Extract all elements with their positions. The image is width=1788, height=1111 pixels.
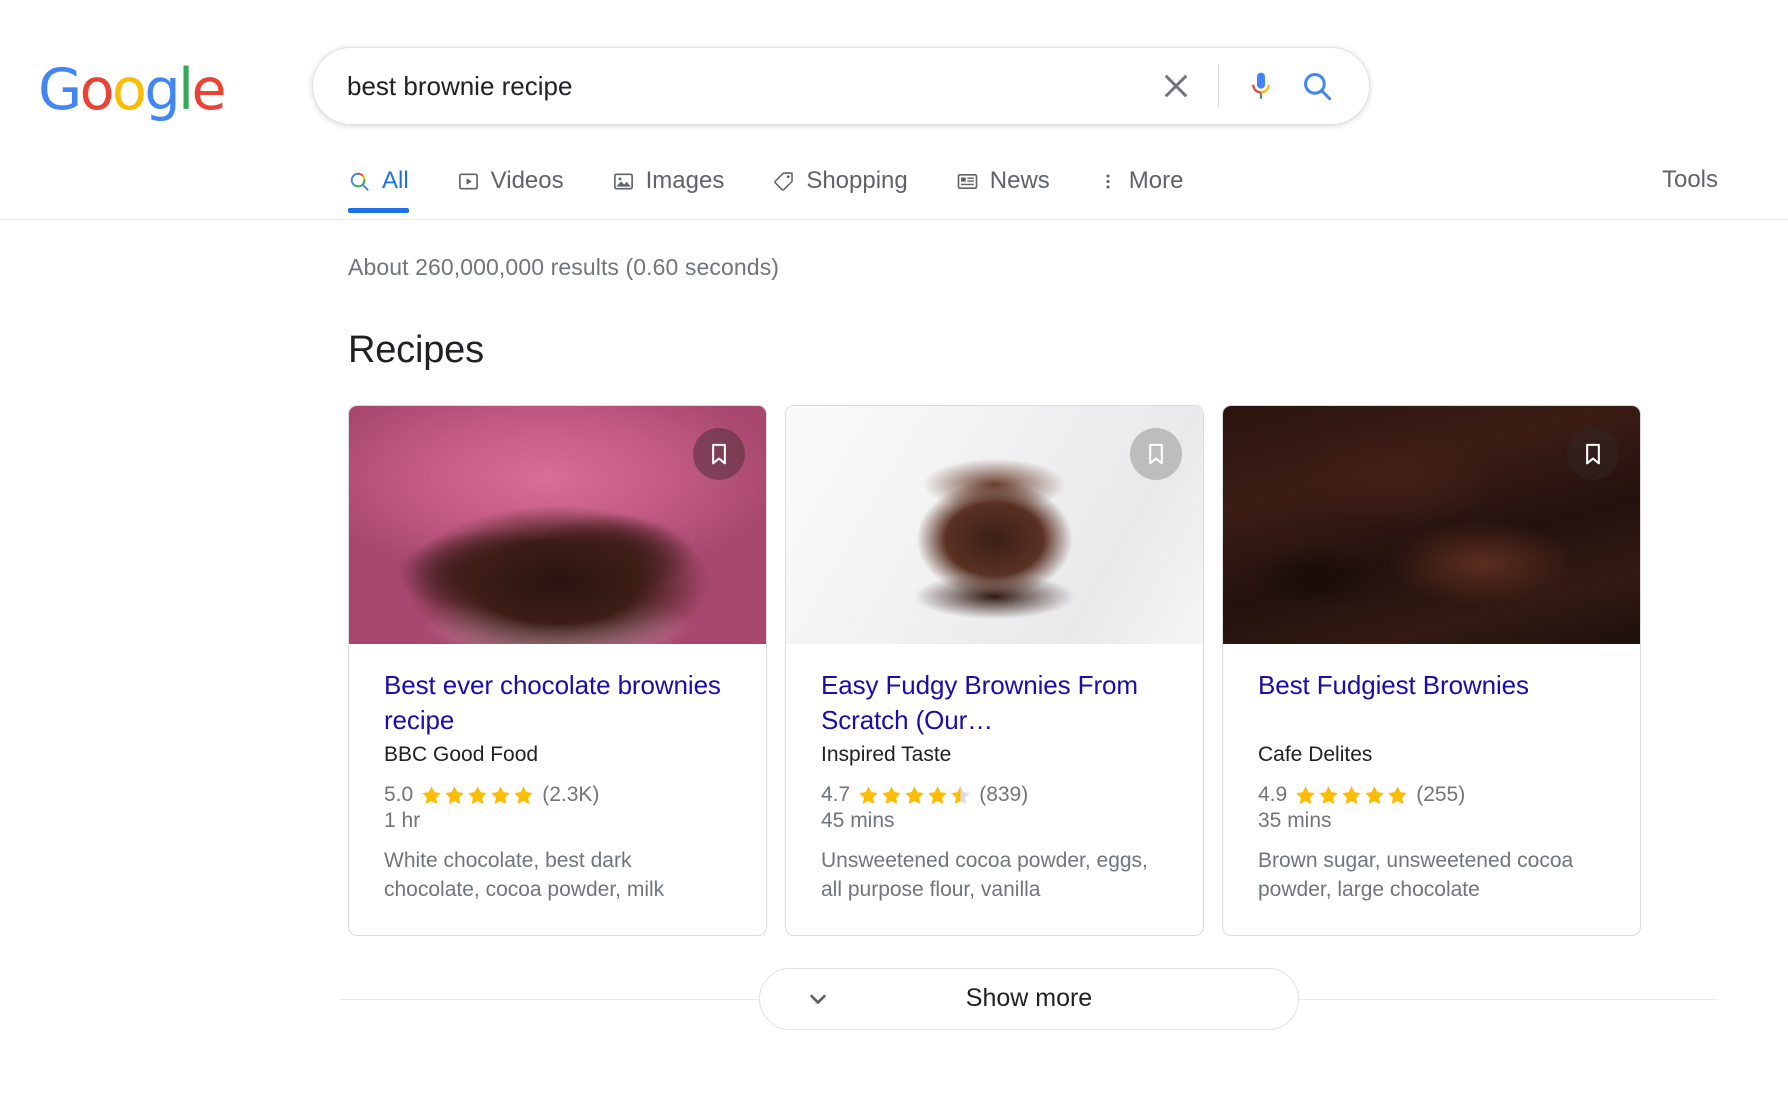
tab-images[interactable]: Images [612,150,725,212]
tab-news-label: News [989,167,1050,194]
recipe-rating: 5.0 (2.3K) [384,783,731,807]
search-input[interactable] [347,70,1148,102]
recipe-title[interactable]: Easy Fudgy Brownies From Scratch (Our… [821,668,1168,738]
review-count: (839) [979,783,1029,807]
tab-videos-label: Videos [490,167,564,194]
show-more-label: Show more [965,984,1093,1013]
recipe-rating: 4.9 (255) [1258,783,1605,807]
tab-images-label: Images [645,167,725,194]
recipe-time: 45 mins [821,809,895,833]
search-results-content: About 260,000,000 results (0.60 seconds)… [0,254,1788,936]
news-icon [956,170,979,193]
page-title: Recipes [348,329,484,371]
star-rating-icons [1294,785,1409,806]
bookmark-icon[interactable] [1130,428,1182,480]
tab-all-label: All [382,167,409,194]
tab-all[interactable]: All [348,150,409,213]
recipe-card-body: Best ever chocolate brownies recipe BBC … [349,644,766,935]
search-bar-actions [1148,58,1345,114]
chevron-down-icon [804,985,832,1013]
logo-letter-e: e [191,57,226,123]
recipe-title[interactable]: Best ever chocolate brownies recipe [384,668,731,738]
tab-list: All Videos Images Shopping News More [348,150,1231,213]
more-vertical-icon [1098,170,1118,193]
close-icon[interactable] [1148,58,1204,114]
star-rating-icons [857,785,972,806]
recipe-source: Inspired Taste [821,743,952,767]
google-logo[interactable]: Google [38,62,226,119]
recipe-time: 1 hr [384,809,421,833]
recipe-title[interactable]: Best Fudgiest Brownies [1258,668,1605,738]
logo-letter-o1: o [79,57,115,123]
recipe-source: BBC Good Food [384,743,539,767]
show-more-button[interactable]: Show more [759,967,1299,1030]
recipe-ingredients: Brown sugar, unsweetened cocoa powder, l… [1258,849,1574,901]
search-icon[interactable] [1289,58,1345,114]
tab-more[interactable]: More [1098,150,1184,212]
tag-icon [772,170,795,193]
tab-more-label: More [1128,167,1184,194]
microphone-icon[interactable] [1233,58,1289,114]
recipe-rating: 4.7 (839) [821,783,1168,807]
logo-letter-l: l [178,57,194,123]
search-bar-divider [1218,64,1219,108]
tab-news[interactable]: News [956,150,1050,212]
logo-letter-o2: o [112,57,147,123]
logo-letter-g1: G [38,57,82,123]
page-header: Google [0,0,1788,150]
show-more-section: Show more [340,967,1718,1030]
rating-value: 4.9 [1258,783,1288,806]
recipe-ingredients: White chocolate, best dark chocolate, co… [384,849,665,901]
recipe-card[interactable]: Easy Fudgy Brownies From Scratch (Our… I… [785,405,1204,936]
recipe-thumbnail[interactable] [349,406,766,644]
recipe-card[interactable]: Best Fudgiest Brownies Cafe Delites 4.9 [1222,405,1641,936]
star-rating-icons [420,785,535,806]
recipe-source: Cafe Delites [1258,743,1373,766]
review-count: (2.3K) [542,783,600,807]
review-count: (255) [1416,783,1466,806]
recipe-ingredients: Unsweetened cocoa powder, eggs, all purp… [821,849,1148,901]
video-icon [457,170,480,193]
search-icon [348,170,371,193]
tab-shopping[interactable]: Shopping [772,150,908,212]
rating-value: 5.0 [384,783,414,807]
recipe-card[interactable]: Best ever chocolate brownies recipe BBC … [348,405,767,936]
bookmark-icon[interactable] [693,428,745,480]
result-stats: About 260,000,000 results (0.60 seconds) [348,254,780,280]
recipe-thumbnail[interactable] [1223,406,1640,644]
recipe-thumbnail[interactable] [786,406,1203,644]
tools-button[interactable]: Tools [1662,166,1718,194]
image-icon [612,170,635,193]
logo-letter-g2: g [144,57,180,123]
recipe-card-body: Best Fudgiest Brownies Cafe Delites 4.9 [1223,644,1640,935]
recipe-card-body: Easy Fudgy Brownies From Scratch (Our… I… [786,644,1203,935]
tab-shopping-label: Shopping [806,167,908,194]
rating-value: 4.7 [821,783,851,807]
search-nav-tabs: All Videos Images Shopping News More Too… [0,150,1788,220]
recipe-time: 35 mins [1258,809,1332,832]
search-bar[interactable] [312,47,1370,125]
recipe-card-list: Best ever chocolate brownies recipe BBC … [348,405,1788,936]
tab-videos[interactable]: Videos [457,150,564,212]
bookmark-icon[interactable] [1567,428,1619,480]
